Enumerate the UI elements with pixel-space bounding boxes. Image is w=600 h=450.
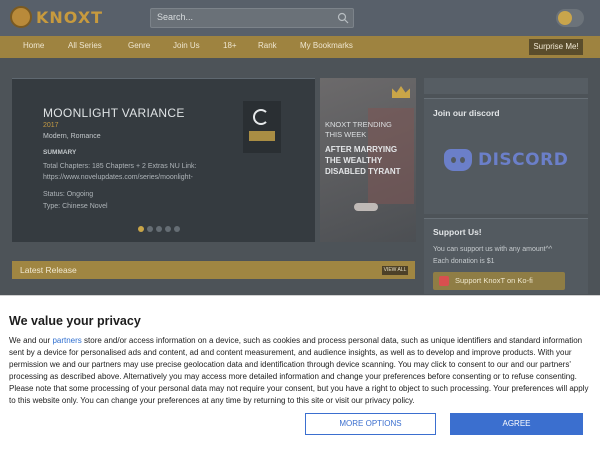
nav-genre[interactable]: Genre <box>128 41 150 50</box>
support-widget: Support Us! You can support us with any … <box>424 218 588 294</box>
trending-title[interactable]: AFTER MARRYING THE WEALTHY DISABLED TYRA… <box>325 144 409 177</box>
trending-heading: KNOXT TRENDING THIS WEEK <box>325 120 392 139</box>
cover-title-art <box>249 131 275 141</box>
discord-link[interactable]: DISCORD <box>444 149 568 171</box>
trending-badge <box>354 203 378 211</box>
search-placeholder: Search... <box>157 12 194 22</box>
nav-home[interactable]: Home <box>23 41 44 50</box>
slide-summary: Total Chapters: 185 Chapters + 2 Extras … <box>43 163 197 181</box>
agree-button[interactable]: AGREE <box>450 413 583 435</box>
kofi-label: Support KnoxT on Ko-fi <box>455 276 533 285</box>
slide-genres: Modern, Romance <box>43 133 101 140</box>
nav-my-bookmarks[interactable]: My Bookmarks <box>300 41 353 50</box>
slide-year: 2017 <box>43 122 59 129</box>
support-heading: Support Us! <box>433 227 482 237</box>
featured-slider[interactable]: MOONLIGHT VARIANCE 2017 Modern, Romance … <box>12 78 315 242</box>
nav-all-series[interactable]: All Series <box>68 41 102 50</box>
site-logo[interactable]: KNOXT <box>10 6 103 28</box>
slide-type: Type: Chinese Novel <box>43 203 108 210</box>
slider-dot[interactable] <box>147 226 153 232</box>
donation-text: Each donation is $1 <box>433 258 495 265</box>
nav-rank[interactable]: Rank <box>258 41 277 50</box>
slider-dot[interactable] <box>174 226 180 232</box>
consent-text-rest: store and/or access information on a dev… <box>9 336 589 405</box>
slide-cover-image[interactable] <box>243 101 281 153</box>
slider-dots <box>138 226 180 232</box>
more-options-button[interactable]: MORE OPTIONS <box>305 413 436 435</box>
lion-logo-icon <box>10 6 32 28</box>
view-all-button[interactable]: VIEW ALL <box>382 266 408 275</box>
sun-icon <box>558 11 572 25</box>
partners-link[interactable]: partners <box>52 336 81 345</box>
coffee-cup-icon <box>439 276 449 286</box>
theme-toggle[interactable] <box>556 9 584 27</box>
consent-dialog: We value your privacy We and our partner… <box>0 295 600 450</box>
summary-heading: SUMMARY <box>43 149 77 156</box>
latest-release-heading: Latest Release <box>20 265 77 275</box>
search-input[interactable]: Search... <box>150 8 354 28</box>
kofi-button[interactable]: Support KnoxT on Ko-fi <box>433 272 565 290</box>
discord-wordmark: DISCORD <box>478 150 569 170</box>
slide-title[interactable]: MOONLIGHT VARIANCE <box>43 106 185 120</box>
sidebar-top-panel <box>424 78 588 94</box>
consent-heading: We value your privacy <box>9 314 141 328</box>
crescent-moon-icon <box>253 109 269 125</box>
discord-icon <box>444 149 472 171</box>
consent-text: We and our partners store and/or access … <box>9 335 591 406</box>
slider-dot[interactable] <box>165 226 171 232</box>
logo-text: KNOXT <box>36 7 104 27</box>
trending-card[interactable]: KNOXT TRENDING THIS WEEK AFTER MARRYING … <box>320 78 416 242</box>
main-nav: Home All Series Genre Join Us 18+ Rank M… <box>0 36 600 58</box>
top-header: KNOXT Search... <box>0 0 600 36</box>
latest-release-header: Latest Release VIEW ALL <box>12 261 415 279</box>
support-text: You can support us with any amount^^ <box>433 246 553 253</box>
slide-status: Status: Ongoing <box>43 191 94 198</box>
surprise-me-button[interactable]: Surprise Me! <box>529 39 583 55</box>
discord-widget: Join our discord DISCORD <box>424 98 588 214</box>
slider-dot[interactable] <box>156 226 162 232</box>
nav-join-us[interactable]: Join Us <box>173 41 200 50</box>
search-icon[interactable] <box>337 12 349 24</box>
slider-dot[interactable] <box>138 226 144 232</box>
consent-text-start: We and our <box>9 336 53 345</box>
discord-heading: Join our discord <box>433 108 500 118</box>
nav-18-plus[interactable]: 18+ <box>223 41 237 50</box>
